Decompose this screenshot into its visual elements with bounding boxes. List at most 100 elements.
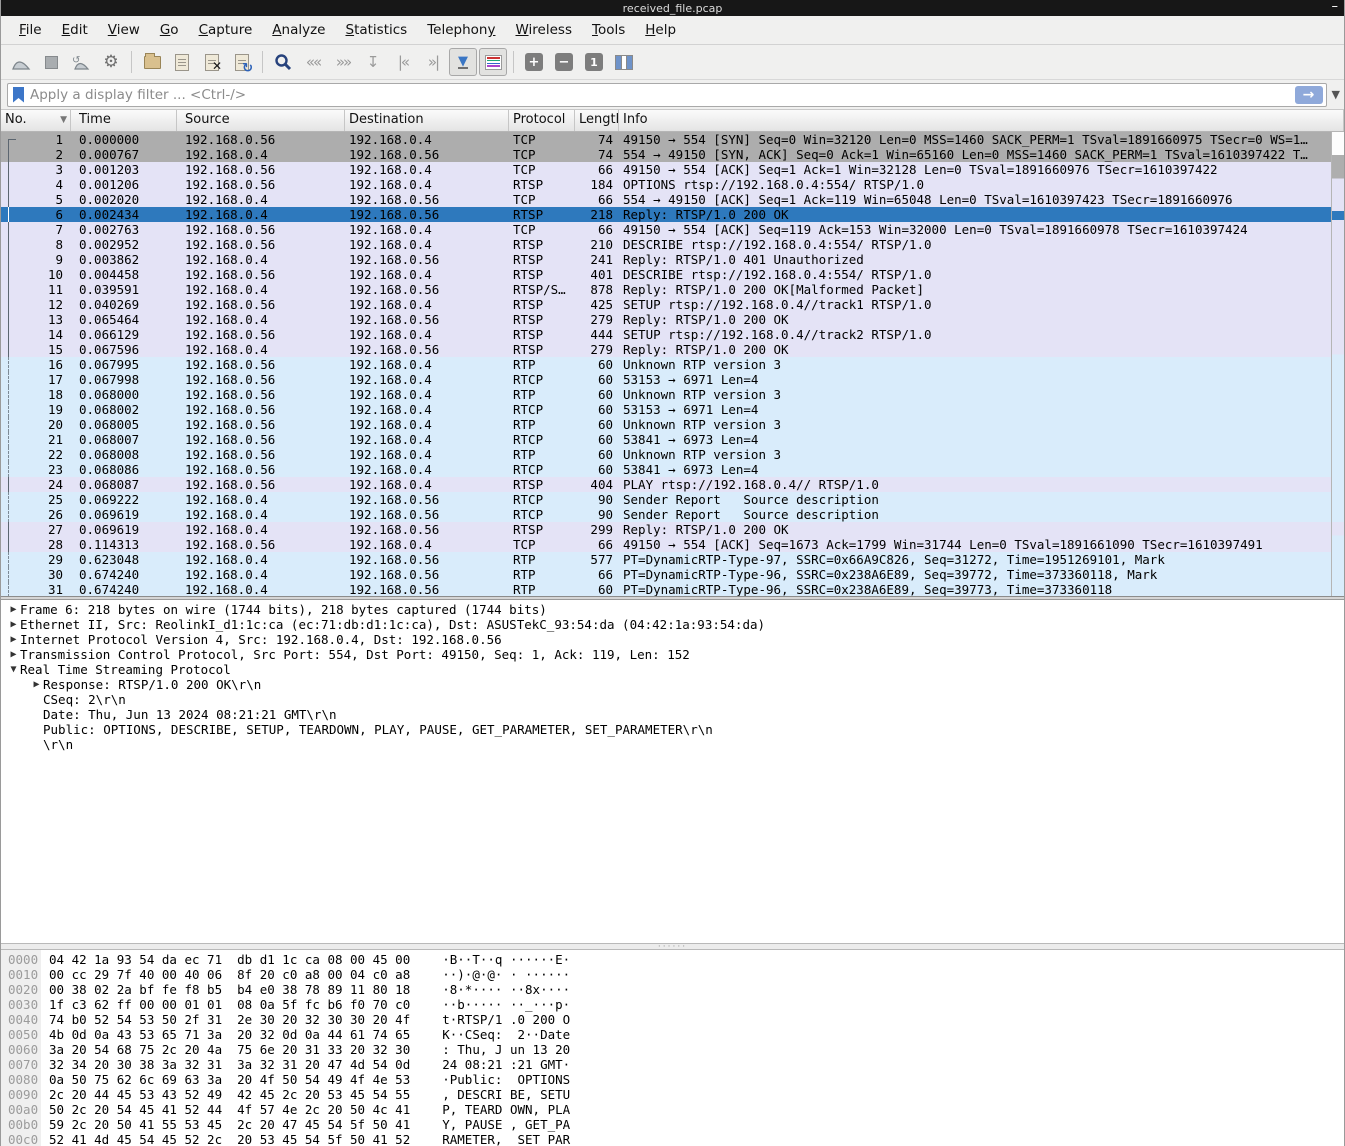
- find-packet-button[interactable]: [269, 48, 297, 76]
- packet-row-6[interactable]: 60.002434192.168.0.4192.168.0.56RTSP218R…: [1, 207, 1331, 222]
- packet-row-21[interactable]: 210.068007192.168.0.56192.168.0.4RTCP605…: [1, 432, 1331, 447]
- detail-row[interactable]: ▼Real Time Streaming Protocol: [1, 662, 1344, 677]
- detail-row[interactable]: CSeq: 2\r\n: [1, 692, 1344, 707]
- packet-row-4[interactable]: 40.001206192.168.0.56192.168.0.4RTSP184O…: [1, 177, 1331, 192]
- packet-row-13[interactable]: 130.065464192.168.0.4192.168.0.56RTSP279…: [1, 312, 1331, 327]
- packet-row-24[interactable]: 240.068087192.168.0.56192.168.0.4RTSP404…: [1, 477, 1331, 492]
- menu-file[interactable]: File: [9, 19, 52, 41]
- start-capture-button[interactable]: [7, 48, 35, 76]
- packet-row-5[interactable]: 50.002020192.168.0.4192.168.0.56TCP66554…: [1, 192, 1331, 207]
- column-header-length[interactable]: Length: [575, 110, 619, 131]
- minimize-button[interactable]: –: [1332, 0, 1339, 14]
- column-header-no[interactable]: No.▼: [1, 110, 71, 131]
- menu-analyze[interactable]: Analyze: [262, 19, 335, 41]
- auto-scroll-button[interactable]: ▼: [449, 48, 477, 76]
- hex-row-0090[interactable]: 00902c 20 44 45 53 43 52 49 42 45 2c 20 …: [1, 1087, 1344, 1102]
- packet-row-1[interactable]: 10.000000192.168.0.56192.168.0.4TCP74491…: [1, 132, 1331, 147]
- packet-row-31[interactable]: 310.674240192.168.0.4192.168.0.56RTP60PT…: [1, 582, 1331, 596]
- menu-tools[interactable]: Tools: [582, 19, 635, 41]
- zoom-in-button[interactable]: +: [520, 48, 548, 76]
- menu-statistics[interactable]: Statistics: [335, 19, 417, 41]
- hex-row-0030[interactable]: 00301f c3 62 ff 00 00 01 01 08 0a 5f fc …: [1, 997, 1344, 1012]
- packet-row-30[interactable]: 300.674240192.168.0.4192.168.0.56RTP66PT…: [1, 567, 1331, 582]
- detail-row[interactable]: \r\n: [1, 737, 1344, 752]
- detail-row[interactable]: Public: OPTIONS, DESCRIBE, SETUP, TEARDO…: [1, 722, 1344, 737]
- first-packet-button[interactable]: |«: [389, 48, 417, 76]
- filter-dropdown-caret[interactable]: ▼: [1332, 88, 1340, 101]
- filter-input[interactable]: [30, 87, 1295, 103]
- packet-row-16[interactable]: 160.067995192.168.0.56192.168.0.4RTP60Un…: [1, 357, 1331, 372]
- packet-row-18[interactable]: 180.068000192.168.0.56192.168.0.4RTP60Un…: [1, 387, 1331, 402]
- menu-telephony[interactable]: Telephony: [417, 19, 505, 41]
- column-header-protocol[interactable]: Protocol: [509, 110, 575, 131]
- menu-help[interactable]: Help: [635, 19, 686, 41]
- packet-row-14[interactable]: 140.066129192.168.0.56192.168.0.4RTSP444…: [1, 327, 1331, 342]
- packet-row-25[interactable]: 250.069222192.168.0.4192.168.0.56RTCP90S…: [1, 492, 1331, 507]
- go-back-button[interactable]: ««: [299, 48, 327, 76]
- conversation-line: [8, 237, 16, 252]
- packet-row-20[interactable]: 200.068005192.168.0.56192.168.0.4RTP60Un…: [1, 417, 1331, 432]
- hex-row-0000[interactable]: 000004 42 1a 93 54 da ec 71 db d1 1c ca …: [1, 952, 1344, 967]
- reload-file-button[interactable]: ↻: [228, 48, 256, 76]
- packet-row-17[interactable]: 170.067998192.168.0.56192.168.0.4RTCP605…: [1, 372, 1331, 387]
- column-header-destination[interactable]: Destination: [345, 110, 509, 131]
- stop-capture-button[interactable]: [37, 48, 65, 76]
- detail-row[interactable]: ▶Transmission Control Protocol, Src Port…: [1, 647, 1344, 662]
- packet-row-2[interactable]: 20.000767192.168.0.4192.168.0.56TCP74554…: [1, 147, 1331, 162]
- packet-row-22[interactable]: 220.068008192.168.0.56192.168.0.4RTP60Un…: [1, 447, 1331, 462]
- colorize-button[interactable]: [479, 48, 507, 76]
- packet-row-26[interactable]: 260.069619192.168.0.4192.168.0.56RTCP90S…: [1, 507, 1331, 522]
- column-header-info[interactable]: Info: [619, 110, 1344, 131]
- packet-row-27[interactable]: 270.069619192.168.0.4192.168.0.56RTSP299…: [1, 522, 1331, 537]
- zoom-out-button[interactable]: −: [550, 48, 578, 76]
- packet-row-28[interactable]: 280.114313192.168.0.56192.168.0.4TCP6649…: [1, 537, 1331, 552]
- bookmark-icon[interactable]: [13, 87, 24, 103]
- apply-filter-button[interactable]: →: [1295, 86, 1323, 104]
- column-header-source[interactable]: Source: [177, 110, 345, 131]
- go-to-packet-button[interactable]: ↧: [359, 48, 387, 76]
- packet-row-19[interactable]: 190.068002192.168.0.56192.168.0.4RTCP605…: [1, 402, 1331, 417]
- resize-columns-button[interactable]: [610, 48, 638, 76]
- packet-row-10[interactable]: 100.004458192.168.0.56192.168.0.4RTSP401…: [1, 267, 1331, 282]
- packet-list-scrollbar[interactable]: [1331, 132, 1344, 596]
- detail-row[interactable]: ▶Frame 6: 218 bytes on wire (1744 bits),…: [1, 602, 1344, 617]
- restart-capture-button[interactable]: ↺: [67, 48, 95, 76]
- details-hex-splitter[interactable]: ······: [1, 943, 1344, 950]
- menu-go[interactable]: Go: [150, 19, 189, 41]
- detail-row[interactable]: ▶Ethernet II, Src: ReolinkI_d1:1c:ca (ec…: [1, 617, 1344, 632]
- packet-row-8[interactable]: 80.002952192.168.0.56192.168.0.4RTSP210D…: [1, 237, 1331, 252]
- packet-row-29[interactable]: 290.623048192.168.0.4192.168.0.56RTP577P…: [1, 552, 1331, 567]
- menu-capture[interactable]: Capture: [189, 19, 263, 41]
- detail-row[interactable]: ▶Response: RTSP/1.0 200 OK\r\n: [1, 677, 1344, 692]
- menu-wireless[interactable]: Wireless: [505, 19, 582, 41]
- capture-options-button[interactable]: ⚙: [97, 48, 125, 76]
- hex-row-00a0[interactable]: 00a050 2c 20 54 45 41 52 44 4f 57 4e 2c …: [1, 1102, 1344, 1117]
- hex-row-00c0[interactable]: 00c052 41 4d 45 54 45 52 2c 20 53 45 54 …: [1, 1132, 1344, 1146]
- hex-row-0010[interactable]: 001000 cc 29 7f 40 00 40 06 8f 20 c0 a8 …: [1, 967, 1344, 982]
- hex-row-0040[interactable]: 004074 b0 52 54 53 50 2f 31 2e 30 20 32 …: [1, 1012, 1344, 1027]
- menu-edit[interactable]: Edit: [52, 19, 98, 41]
- hex-row-0050[interactable]: 00504b 0d 0a 43 53 65 71 3a 20 32 0d 0a …: [1, 1027, 1344, 1042]
- close-file-button[interactable]: ✕: [198, 48, 226, 76]
- packet-row-9[interactable]: 90.003862192.168.0.4192.168.0.56RTSP241R…: [1, 252, 1331, 267]
- zoom-100-button[interactable]: 1: [580, 48, 608, 76]
- menu-view[interactable]: View: [98, 19, 150, 41]
- column-header-time[interactable]: Time: [71, 110, 177, 131]
- open-file-button[interactable]: [138, 48, 166, 76]
- packet-row-23[interactable]: 230.068086192.168.0.56192.168.0.4RTCP605…: [1, 462, 1331, 477]
- packet-row-15[interactable]: 150.067596192.168.0.4192.168.0.56RTSP279…: [1, 342, 1331, 357]
- packet-row-7[interactable]: 70.002763192.168.0.56192.168.0.4TCP66491…: [1, 222, 1331, 237]
- detail-row[interactable]: Date: Thu, Jun 13 2024 08:21:21 GMT\r\n: [1, 707, 1344, 722]
- hex-row-0080[interactable]: 00800a 50 75 62 6c 69 63 3a 20 4f 50 54 …: [1, 1072, 1344, 1087]
- hex-row-0020[interactable]: 002000 38 02 2a bf fe f8 b5 b4 e0 38 78 …: [1, 982, 1344, 997]
- save-file-button[interactable]: [168, 48, 196, 76]
- hex-row-00b0[interactable]: 00b059 2c 20 50 41 55 53 45 2c 20 47 45 …: [1, 1117, 1344, 1132]
- go-forward-button[interactable]: »»: [329, 48, 357, 76]
- packet-row-12[interactable]: 120.040269192.168.0.56192.168.0.4RTSP425…: [1, 297, 1331, 312]
- detail-row[interactable]: ▶Internet Protocol Version 4, Src: 192.1…: [1, 632, 1344, 647]
- hex-row-0070[interactable]: 007032 34 20 30 38 3a 32 31 3a 32 31 20 …: [1, 1057, 1344, 1072]
- packet-row-11[interactable]: 110.039591192.168.0.4192.168.0.56RTSP/S……: [1, 282, 1331, 297]
- hex-row-0060[interactable]: 00603a 20 54 68 75 2c 20 4a 75 6e 20 31 …: [1, 1042, 1344, 1057]
- packet-row-3[interactable]: 30.001203192.168.0.56192.168.0.4TCP66491…: [1, 162, 1331, 177]
- last-packet-button[interactable]: »|: [419, 48, 447, 76]
